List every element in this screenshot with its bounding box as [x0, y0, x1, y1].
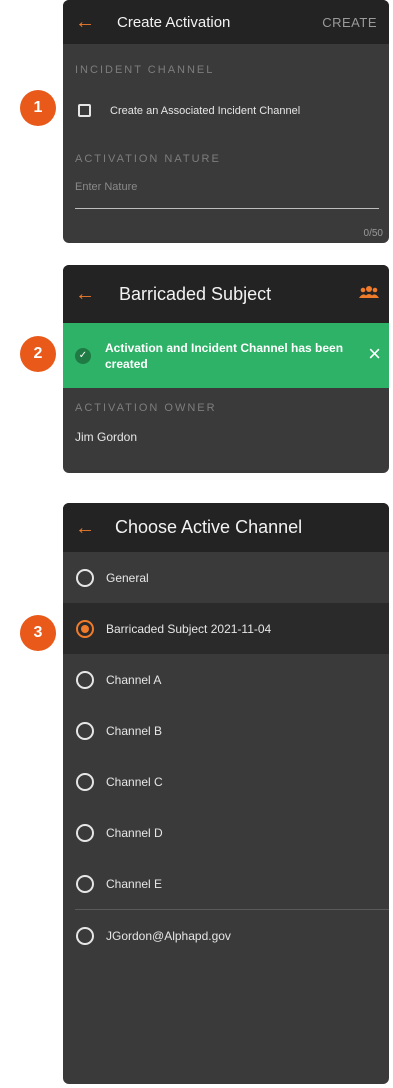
app-bar: ← Barricaded Subject	[63, 265, 389, 323]
radio-button[interactable]	[76, 926, 94, 945]
channel-option-general[interactable]: General	[63, 552, 389, 603]
step-badge-1: 1	[20, 90, 56, 126]
channel-option-d[interactable]: Channel D	[63, 807, 389, 858]
radio-button[interactable]	[76, 568, 94, 587]
screen-title: Barricaded Subject	[119, 283, 272, 304]
channel-option-a[interactable]: Channel A	[63, 654, 389, 705]
channel-label: Channel E	[106, 876, 163, 891]
check-circle-icon: ✓	[75, 347, 91, 364]
success-toast: ✓ Activation and Incident Channel has be…	[63, 323, 389, 388]
choose-channel-screen: ← Choose Active Channel General Barricad…	[63, 503, 389, 1084]
app-bar: ← Choose Active Channel	[63, 503, 389, 552]
radio-button[interactable]	[76, 823, 94, 842]
activation-owner-label: ACTIVATION OWNER	[75, 402, 217, 414]
channel-label: Channel D	[106, 825, 163, 840]
associated-channel-checkbox[interactable]	[78, 104, 91, 117]
channel-option-e[interactable]: Channel E	[63, 858, 389, 909]
channel-label: Channel B	[106, 723, 163, 738]
back-arrow-icon[interactable]: ←	[75, 12, 103, 32]
channel-list: General Barricaded Subject 2021-11-04 Ch…	[63, 552, 389, 961]
group-icon[interactable]	[359, 285, 379, 299]
channel-option-b[interactable]: Channel B	[63, 705, 389, 756]
channel-option-email[interactable]: JGordon@Alphapd.gov	[63, 910, 389, 961]
channel-label: Channel A	[106, 672, 162, 687]
radio-button[interactable]	[76, 670, 94, 689]
radio-button[interactable]	[76, 874, 94, 893]
channel-label: Barricaded Subject 2021-11-04	[106, 621, 272, 636]
channel-option-c[interactable]: Channel C	[63, 756, 389, 807]
activation-owner-name: Jim Gordon	[75, 430, 138, 444]
associated-channel-checkbox-row[interactable]: Create an Associated Incident Channel	[63, 104, 389, 117]
radio-button[interactable]	[76, 721, 94, 740]
app-bar: ← Create Activation CREATE	[63, 0, 389, 44]
back-arrow-icon[interactable]: ←	[75, 284, 103, 304]
screen-title: Create Activation	[117, 13, 231, 31]
screen-title: Choose Active Channel	[115, 517, 303, 537]
back-arrow-icon[interactable]: ←	[75, 518, 103, 538]
create-activation-screen: ← Create Activation CREATE INCIDENT CHAN…	[63, 0, 389, 243]
toast-message: Activation and Incident Channel has been…	[105, 340, 344, 371]
radio-button[interactable]	[76, 772, 94, 791]
create-button[interactable]: CREATE	[322, 15, 377, 30]
character-counter: 0/50	[363, 228, 383, 239]
radio-button-selected[interactable]	[76, 619, 94, 638]
channel-label: Channel C	[106, 774, 163, 789]
step-badge-3: 3	[20, 615, 56, 651]
channel-label: General	[106, 570, 149, 585]
step-badge-2: 2	[20, 336, 56, 372]
channel-label: JGordon@Alphapd.gov	[106, 928, 231, 943]
activation-detail-screen: ← Barricaded Subject ✓ Activation and In…	[63, 265, 389, 473]
checkbox-label: Create an Associated Incident Channel	[110, 104, 301, 117]
channel-option-barricaded-subject[interactable]: Barricaded Subject 2021-11-04	[63, 603, 389, 654]
nature-input[interactable]: Enter Nature	[75, 181, 379, 209]
close-icon[interactable]: ×	[368, 343, 381, 365]
activation-nature-label: ACTIVATION NATURE	[75, 153, 221, 165]
incident-channel-label: INCIDENT CHANNEL	[75, 64, 215, 76]
